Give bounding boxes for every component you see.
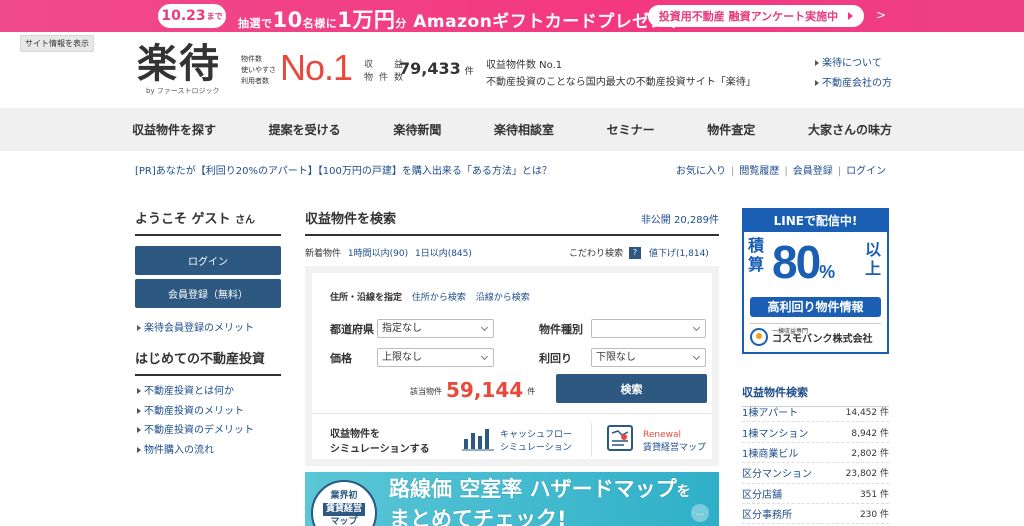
rental-map-link[interactable]: Renewal 賃貸経営マップ — [643, 429, 706, 455]
yield-label: 利回り — [539, 352, 572, 365]
divider — [312, 413, 712, 414]
nav-item-owner[interactable]: 大家さんの味方 — [808, 121, 892, 138]
listing-count: 79,433 件 — [399, 59, 474, 78]
yield-select[interactable]: 下限なし — [591, 348, 706, 367]
prefecture-select[interactable]: 指定なし — [377, 319, 494, 338]
line-ad-banner[interactable]: LINEで配信中! 積算 80% 以上 高利回り物件情報 一棟収益専門 コスモバン… — [742, 208, 889, 354]
ad-subtitle: 高利回り物件情報 — [750, 297, 881, 317]
list-item[interactable]: 1棟マンション 8,942 件 — [742, 422, 889, 443]
private-listings-link[interactable]: 非公開 20,289件 — [641, 211, 719, 226]
member-merit-link[interactable]: 楽待会員登録のメリット — [137, 319, 254, 334]
nav-item-search[interactable]: 収益物件を探す — [132, 121, 216, 138]
tab-line[interactable]: 沿線から検索 — [476, 293, 530, 303]
beginner-link[interactable]: 不動産投資のメリット — [137, 402, 254, 422]
welcome-heading: ようこそ ゲスト さん — [135, 208, 281, 236]
beginner-heading: はじめての不動産投資 — [135, 348, 281, 376]
register-link[interactable]: 会員登録 — [793, 166, 833, 177]
advanced-search: こだわり検索 ? 値下げ(1,814) — [569, 246, 709, 259]
search-button[interactable]: 検索 — [556, 374, 707, 403]
beginner-link[interactable]: 物件購入の流れ — [137, 441, 254, 461]
prefecture-label: 都道府県 — [330, 323, 374, 336]
list-item[interactable]: 1棟商業ビル 2,802 件 — [742, 443, 889, 464]
ad-title: LINEで配信中! — [744, 210, 887, 232]
chart-icon — [462, 425, 494, 454]
property-type-list: 1棟アパート 14,452 件 1棟マンション 8,942 件 1棟商業ビル 2,80… — [742, 402, 889, 525]
search-panel: 住所・沿線を指定 住所から検索 沿線から検索 都道府県 指定なし 物件種別 価格… — [305, 266, 719, 466]
register-button[interactable]: 会員登録（無料） — [135, 279, 281, 308]
beginner-links: 不動産投資とは何か 不動産投資のメリット 不動産投資のデメリット 物件購入の流れ — [137, 382, 254, 460]
favorites-link[interactable]: お気に入り — [676, 166, 726, 177]
ad-company: 一棟収益専門 コスモバンク株式会社 — [750, 323, 881, 349]
new-listings-row: 新着物件 1時間以内(90) 1日以内(845) — [305, 249, 472, 259]
banner-message: 抽選で10名様に1万円分 Amazonギフトカードプレゼント — [238, 8, 685, 32]
history-link[interactable]: 閲覧履歴 — [739, 166, 779, 177]
price-select[interactable]: 上限なし — [377, 348, 494, 367]
header-links: 楽待について 不動産会社の方 — [815, 54, 892, 94]
list-item[interactable]: 1棟アパート 14,452 件 — [742, 402, 889, 423]
rental-map-banner[interactable]: 業界初 賃貸経営 マップ 路線価 空室率 ハザードマップを まとめてチェック! … — [305, 472, 719, 526]
divider — [591, 423, 592, 457]
property-type-label: 物件種別 — [539, 323, 583, 336]
company-logo-icon — [750, 327, 768, 346]
nav-item-proposal[interactable]: 提案を受ける — [269, 121, 341, 138]
no1-labels: 物件数 使いやすさ 利用者数 — [241, 55, 276, 85]
login-link[interactable]: ログイン — [846, 166, 886, 177]
ad-headline: 積算 80% 以上 — [748, 236, 882, 288]
advanced-search-link[interactable]: こだわり検索 — [569, 246, 623, 259]
beginner-link[interactable]: 不動産投資のデメリット — [137, 421, 254, 441]
pr-link[interactable]: [PR]あなたが【利回り20%のアパート】【100万円の戸建】を購入出来る「ある… — [135, 162, 552, 177]
price-down-link[interactable]: 値下げ(1,814) — [649, 246, 709, 259]
list-item[interactable]: 区分店舗 351 件 — [742, 484, 889, 504]
site-info-button[interactable]: サイト情報を表示 — [20, 35, 94, 52]
list-item[interactable]: 区分事務所 230 件 — [742, 504, 889, 525]
tab-address-line[interactable]: 住所・沿線を指定 — [330, 293, 402, 303]
price-label: 価格 — [330, 352, 352, 365]
new-1day-link[interactable]: 1日以内(845) — [415, 249, 472, 259]
banner-cta-button[interactable]: 投資用不動産 融資アンケート実施中 — [648, 5, 864, 27]
cashflow-sim-link[interactable]: キャッシュフロー シミュレーション — [500, 429, 572, 455]
banner-headline: 路線価 空室率 ハザードマップを まとめてチェック! — [389, 477, 691, 526]
banner-badge: 業界初 賃貸経営 マップ — [311, 480, 377, 526]
hit-count: 該当物件 59,144 件 — [410, 378, 536, 402]
search-form: 住所・沿線を指定 住所から検索 沿線から検索 都道府県 指定なし 物件種別 価格… — [312, 273, 712, 459]
utility-links: お気に入り | 閲覧履歴 | 会員登録 | ログイン — [676, 166, 887, 177]
beginner-link[interactable]: 不動産投資とは何か — [137, 382, 254, 402]
help-icon[interactable]: ? — [629, 246, 642, 259]
property-type-select[interactable] — [591, 319, 706, 338]
about-link[interactable]: 楽待について — [815, 54, 892, 74]
nav-item-assess[interactable]: 物件査定 — [707, 121, 755, 138]
nav-item-consult[interactable]: 楽待相談室 — [494, 121, 554, 138]
chevron-right-icon — [848, 12, 854, 20]
tab-address[interactable]: 住所から検索 — [412, 293, 466, 303]
business-link[interactable]: 不動産会社の方 — [815, 74, 892, 94]
new-1hour-link[interactable]: 1時間以内(90) — [348, 249, 408, 259]
no1-badge: No.1 — [280, 47, 353, 88]
simulation-label: 収益物件を シミュレーションする — [330, 429, 430, 455]
login-button[interactable]: ログイン — [135, 246, 281, 275]
list-item[interactable]: 区分マンション 23,802 件 — [742, 463, 889, 484]
main-nav: 収益物件を探す 提案を受ける 楽待新聞 楽待相談室 セミナー 物件査定 大家さん… — [0, 108, 1024, 151]
map-icon — [606, 423, 634, 456]
site-logo[interactable]: 楽待 — [137, 40, 221, 88]
logo-subtitle: by ファーストロジック — [146, 87, 220, 95]
more-icon: … — [691, 504, 709, 522]
top-banner[interactable]: 10.23 まで 抽選で10名様に1万円分 Amazonギフトカードプレゼント 投… — [0, 0, 1024, 32]
search-mode-tabs: 住所・沿線を指定 住所から検索 沿線から検索 — [330, 290, 530, 303]
site-tagline: 収益物件数 No.1 不動産投資のことなら国内最大の不動産投資サイト「楽待」 — [486, 60, 756, 88]
nav-item-seminar[interactable]: セミナー — [607, 121, 655, 138]
banner-date: 10.23 まで — [158, 4, 226, 28]
chevron-right-icon: > — [876, 8, 887, 22]
nav-item-news[interactable]: 楽待新聞 — [393, 121, 441, 138]
